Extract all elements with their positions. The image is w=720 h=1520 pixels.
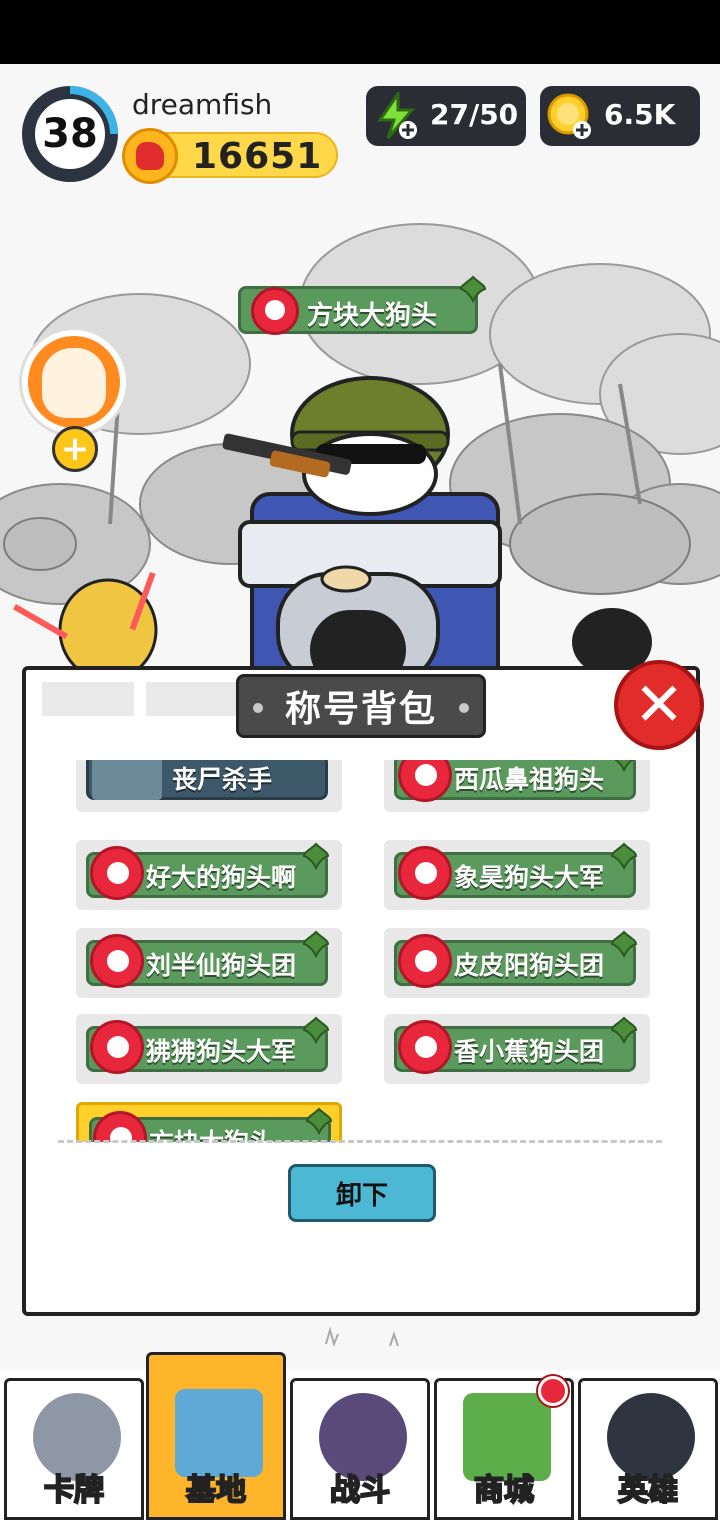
divider [58,1140,662,1143]
coin-value: 6.5K [604,98,676,131]
lucky-cat-icon [42,348,106,418]
play-icon [90,1020,144,1074]
nav-label: 商城 [473,1472,535,1509]
nav-item-battle[interactable]: 战斗 [290,1378,430,1520]
leaf-icon [610,930,638,958]
coin-counter[interactable]: 6.5K [540,86,700,146]
leaf-icon [302,1016,330,1044]
title-card[interactable]: 刘半仙狗头团 [76,928,342,998]
status-bar [0,0,720,64]
power-score-value: 16651 [192,136,323,177]
play-icon [90,846,144,900]
play-icon [398,934,452,988]
play-icon [93,1111,147,1142]
boxing-glove-icon [122,128,178,184]
bottom-nav: 卡牌 基地 战斗 商城 英雄 [0,1352,720,1520]
hero-avatar[interactable]: + [22,330,126,472]
title-card[interactable]: 狒狒狗头大军 [76,1014,342,1084]
leaf-icon [305,1107,333,1135]
unequip-button[interactable]: 卸下 [288,1164,436,1222]
castle-icon [175,1389,263,1477]
nav-item-heroes[interactable]: 英雄 [578,1378,718,1520]
title-label: 好大的狗头啊 [146,863,297,892]
title-label: 象昊狗头大军 [454,863,605,892]
title-label: 狒狒狗头大军 [146,1037,297,1066]
tab-placeholder[interactable] [42,682,134,716]
play-icon [398,846,452,900]
player-level-badge[interactable]: 38 [22,86,118,182]
title-card[interactable]: 丧尸杀手 [76,760,342,812]
dialog-title-plate: 称号背包 [236,674,486,738]
title-card-selected[interactable]: 方块大狗头 [76,1102,342,1142]
power-score: 16651 [122,128,338,184]
tab-placeholder[interactable] [146,682,246,716]
zombie-icon [92,760,162,800]
nav-label: 卡牌 [43,1472,105,1509]
leaf-icon [459,275,487,303]
title-card[interactable]: 西瓜鼻祖狗头 [384,760,650,812]
title-grid: 丧尸杀手 西瓜鼻祖狗头 好大的狗头啊 象昊狗头大军 刘半仙狗头团 皮皮阳狗头团 … [76,760,652,1142]
play-icon [90,934,144,988]
nav-item-base[interactable]: 基地 [146,1352,286,1520]
title-card[interactable]: 香小蕉狗头团 [384,1014,650,1084]
title-card[interactable]: 象昊狗头大军 [384,840,650,910]
leaf-icon [302,930,330,958]
title-label: 皮皮阳狗头团 [454,951,605,980]
title-card[interactable]: 好大的狗头啊 [76,840,342,910]
equipped-title-banner: 方块大狗头 [238,275,487,335]
close-button[interactable]: ✕ [614,660,704,750]
title-label: 香小蕉狗头团 [454,1037,605,1066]
play-icon [398,1020,452,1074]
title-card[interactable]: 皮皮阳狗头团 [384,928,650,998]
nav-label: 英雄 [617,1472,679,1509]
player-level: 38 [32,96,108,172]
equipped-title-label: 方块大狗头 [307,301,438,331]
dialog-title: 称号背包 [284,689,437,730]
nav-label: 基地 [185,1472,247,1509]
lightning-plus-icon [377,92,417,139]
title-label: 刘半仙狗头团 [146,951,297,980]
energy-counter[interactable]: 27/50 [366,86,526,146]
energy-value: 27/50 [430,98,519,131]
nav-item-cards[interactable]: 卡牌 [4,1378,144,1520]
notification-dot [538,1376,568,1406]
rivet-icon [253,703,263,713]
coin-plus-icon [547,93,591,139]
leaf-icon [610,1016,638,1044]
leaf-icon [613,760,635,772]
leaf-icon [610,842,638,870]
rivet-icon [459,703,469,713]
title-label: 丧尸杀手 [172,765,273,794]
title-label: 西瓜鼻祖狗头 [454,765,605,794]
add-hero-button[interactable]: + [52,426,98,472]
leaf-icon [302,842,330,870]
play-icon [251,287,299,335]
username: dreamfish [132,88,273,121]
nav-label: 战斗 [329,1472,391,1509]
